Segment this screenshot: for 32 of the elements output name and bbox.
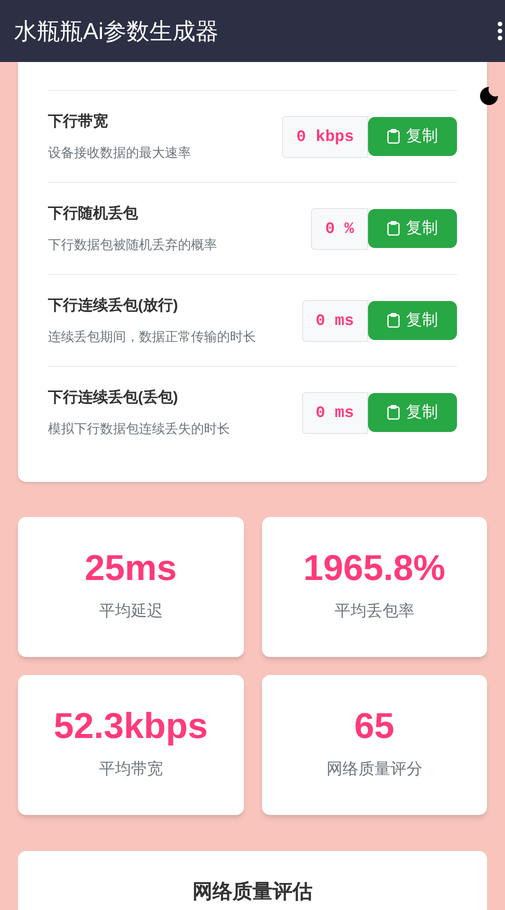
param-description: 模拟下行数据包连续丢失的时长 <box>48 420 230 438</box>
param-title: 下行带宽 <box>48 112 109 132</box>
param-description: 设备接收数据的最大速率 <box>48 144 191 162</box>
app-title: 水瓶瓶Ai参数生成器 <box>14 16 218 46</box>
stat-label: 平均带宽 <box>98 760 163 780</box>
clipboard-icon <box>387 313 400 328</box>
param-title: 下行连续丢包(丢包) <box>48 388 179 408</box>
more-icon[interactable] <box>497 21 503 41</box>
copy-button[interactable]: 复制 <box>368 301 457 340</box>
stat-value: 65 <box>354 708 394 744</box>
clipboard-icon <box>387 221 400 236</box>
copy-button[interactable]: 复制 <box>368 209 457 248</box>
stat-value: 52.3kbps <box>54 708 208 744</box>
value-field: 0 ms <box>302 300 368 342</box>
copy-button[interactable]: 复制 <box>368 117 457 156</box>
stat-label: 平均延迟 <box>98 602 163 622</box>
moon-icon[interactable] <box>477 84 501 108</box>
param-description: 下行数据包被随机丢弃的概率 <box>48 236 217 254</box>
value-field: 0 kbps <box>282 116 368 158</box>
stat-value: 25ms <box>84 550 177 586</box>
clipboard-icon <box>387 405 400 420</box>
stat-label: 平均丢包率 <box>334 602 414 622</box>
param-description: 连续丢包期间，数据正常传输的时长 <box>48 328 256 346</box>
stat-label: 网络质量评分 <box>326 760 422 780</box>
stat-value: 1965.8% <box>303 550 446 586</box>
clipboard-icon <box>387 129 400 144</box>
value-field: 0 ms <box>302 392 368 434</box>
assessment-title: 网络质量评估 <box>192 880 312 905</box>
copy-button[interactable]: 复制 <box>368 393 457 432</box>
param-title: 下行随机丢包 <box>48 204 139 224</box>
value-field: 0 % <box>311 208 368 250</box>
param-title: 下行连续丢包(放行) <box>48 296 179 316</box>
